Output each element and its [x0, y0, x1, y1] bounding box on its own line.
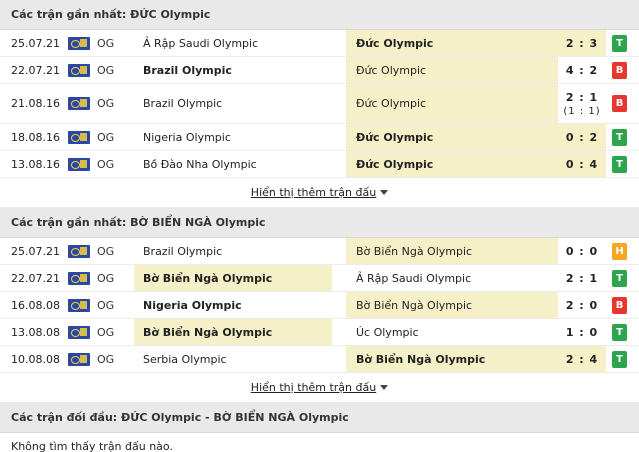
competition-code: OG — [97, 244, 115, 258]
match-score: 2 : 1 — [565, 90, 599, 104]
match-row[interactable]: 25.07.21 OG Ả Rập Saudi Olympic Đức Olym… — [0, 30, 639, 57]
home-team[interactable]: Serbia Olympic — [134, 346, 332, 372]
home-team[interactable]: Brazil Olympic — [134, 84, 332, 123]
match-date: 22.07.21 — [11, 63, 60, 77]
result-badge: T — [612, 128, 627, 146]
away-team[interactable]: Bờ Biển Ngà Olympic — [346, 238, 558, 264]
home-team[interactable]: Bồ Đào Nha Olympic — [134, 151, 332, 177]
caret-down-icon[interactable] — [380, 190, 389, 195]
away-team[interactable]: Đức Olympic — [346, 30, 558, 56]
section-title-germany: Các trận gần nhất: ĐỨC Olympic — [0, 0, 639, 30]
match-score: 2 : 3 — [565, 36, 599, 50]
match-date: 13.08.08 — [11, 325, 60, 339]
section-title-head-to-head: Các trận đối đầu: ĐỨC Olympic - BỜ BIỂN … — [0, 403, 639, 433]
competition-code: OG — [97, 97, 115, 110]
away-team[interactable]: Đức Olympic — [346, 124, 558, 150]
result-badge: T — [612, 350, 627, 368]
home-team[interactable]: Brazil Olympic — [134, 238, 332, 264]
match-date: 10.08.08 — [11, 352, 60, 366]
match-date: 21.08.16 — [11, 97, 60, 110]
competition-code: OG — [97, 36, 115, 50]
competition-code: OG — [97, 352, 115, 366]
result-badge: T — [612, 34, 627, 52]
olympic-flag-icon — [68, 244, 90, 258]
result-badge: B — [612, 296, 627, 314]
result-badge: B — [612, 61, 627, 79]
competition-code: OG — [97, 271, 115, 285]
match-row[interactable]: 22.07.21 OG Brazil Olympic Đức Olympic 4… — [0, 57, 639, 84]
no-matches-message: Không tìm thấy trận đấu nào. — [0, 433, 639, 452]
olympic-flag-icon — [68, 352, 90, 366]
olympic-flag-icon — [68, 63, 90, 77]
result-badge: T — [612, 323, 627, 341]
home-team[interactable]: Ả Rập Saudi Olympic — [134, 30, 332, 56]
match-row[interactable]: 10.08.08 OG Serbia Olympic Bờ Biển Ngà O… — [0, 346, 639, 373]
match-score: 4 : 2 — [565, 63, 599, 77]
match-date: 22.07.21 — [11, 271, 60, 285]
olympic-flag-icon — [68, 271, 90, 285]
caret-down-icon[interactable] — [380, 385, 389, 390]
home-team[interactable]: Bờ Biển Ngà Olympic — [134, 265, 332, 291]
match-date: 16.08.08 — [11, 298, 60, 312]
match-date: 25.07.21 — [11, 244, 60, 258]
competition-code: OG — [97, 63, 115, 77]
competition-code: OG — [97, 298, 115, 312]
olympic-flag-icon — [68, 36, 90, 50]
match-score: 0 : 2 — [565, 130, 599, 144]
match-history-panel: Các trận gần nhất: ĐỨC Olympic 25.07.21 … — [0, 0, 639, 452]
olympic-flag-icon — [68, 157, 90, 171]
result-badge: T — [612, 155, 627, 173]
match-score: 0 : 4 — [565, 157, 599, 171]
match-date: 25.07.21 — [11, 36, 60, 50]
show-more-link[interactable]: Hiển thị thêm trận đấu — [251, 186, 376, 199]
match-date: 13.08.16 — [11, 157, 60, 171]
match-row[interactable]: 18.08.16 OG Nigeria Olympic Đức Olympic … — [0, 124, 639, 151]
match-row[interactable]: 13.08.08 OG Bờ Biển Ngà Olympic Úc Olymp… — [0, 319, 639, 346]
competition-code: OG — [97, 157, 115, 171]
match-score: 2 : 1 — [565, 271, 599, 285]
section-title-ivory-coast: Các trận gần nhất: BỜ BIỂN NGÀ Olympic — [0, 208, 639, 238]
home-team[interactable]: Bờ Biển Ngà Olympic — [134, 319, 332, 345]
match-row[interactable]: 25.07.21 OG Brazil Olympic Bờ Biển Ngà O… — [0, 238, 639, 265]
away-team[interactable]: Đức Olympic — [346, 151, 558, 177]
result-badge: B — [612, 95, 627, 112]
match-row[interactable]: 21.08.16 OG Brazil Olympic Đức Olympic 2… — [0, 84, 639, 124]
match-row[interactable]: 16.08.08 OG Nigeria Olympic Bờ Biển Ngà … — [0, 292, 639, 319]
match-score: 2 : 4 — [565, 352, 599, 366]
match-date: 18.08.16 — [11, 130, 60, 144]
olympic-flag-icon — [68, 325, 90, 339]
home-team[interactable]: Nigeria Olympic — [134, 124, 332, 150]
match-row[interactable]: 22.07.21 OG Bờ Biển Ngà Olympic Ả Rập Sa… — [0, 265, 639, 292]
away-team[interactable]: Ả Rập Saudi Olympic — [346, 265, 558, 291]
away-team[interactable]: Đức Olympic — [346, 57, 558, 83]
home-team[interactable]: Brazil Olympic — [134, 57, 332, 83]
olympic-flag-icon — [68, 97, 90, 110]
home-team[interactable]: Nigeria Olympic — [134, 292, 332, 318]
result-badge: H — [612, 242, 627, 260]
halftime-score: (1 : 1) — [563, 105, 601, 117]
match-row[interactable]: 13.08.16 OG Bồ Đào Nha Olympic Đức Olymp… — [0, 151, 639, 178]
result-badge: T — [612, 269, 627, 287]
away-team[interactable]: Úc Olympic — [346, 319, 558, 345]
away-team[interactable]: Đức Olympic — [346, 84, 558, 123]
away-team[interactable]: Bờ Biển Ngà Olympic — [346, 292, 558, 318]
olympic-flag-icon — [68, 298, 90, 312]
competition-code: OG — [97, 130, 115, 144]
olympic-flag-icon — [68, 130, 90, 144]
match-score: 1 : 0 — [565, 325, 599, 339]
match-score: 0 : 0 — [565, 244, 599, 258]
show-more-row: Hiển thị thêm trận đấu — [0, 373, 639, 403]
away-team[interactable]: Bờ Biển Ngà Olympic — [346, 346, 558, 372]
show-more-row: Hiển thị thêm trận đấu — [0, 178, 639, 208]
show-more-link[interactable]: Hiển thị thêm trận đấu — [251, 381, 376, 394]
match-score: 2 : 0 — [565, 298, 599, 312]
competition-code: OG — [97, 325, 115, 339]
